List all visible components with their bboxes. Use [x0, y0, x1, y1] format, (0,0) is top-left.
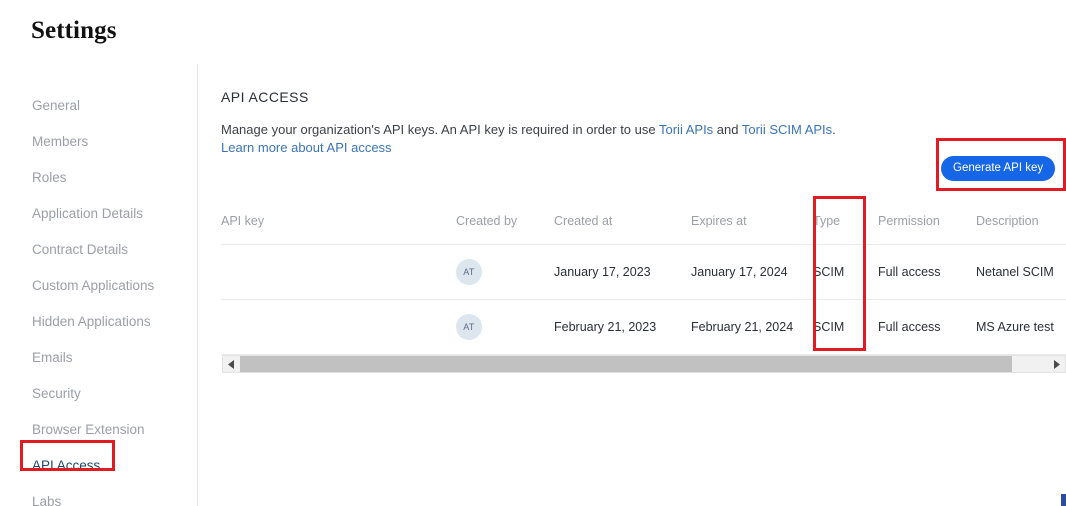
cell-type: SCIM: [813, 299, 878, 354]
description-text-part3: .: [832, 122, 836, 137]
sidebar-item-roles[interactable]: Roles: [0, 160, 197, 196]
table-body: AT January 17, 2023 January 17, 2024 SCI…: [221, 244, 1066, 354]
cell-created-by: AT: [456, 299, 554, 354]
cell-type: SCIM: [813, 244, 878, 299]
cell-created-at: February 21, 2023: [554, 299, 691, 354]
column-header-api-key[interactable]: API key: [221, 199, 456, 244]
column-header-type[interactable]: Type: [813, 199, 878, 244]
cell-api-key: [221, 244, 456, 299]
section-title: API ACCESS: [221, 89, 309, 105]
scrollbar-thumb[interactable]: [240, 356, 1012, 372]
column-header-permission[interactable]: Permission: [878, 199, 976, 244]
api-keys-table-container: API key Created by Created at Expires at…: [221, 199, 1066, 355]
sidebar-item-emails[interactable]: Emails: [0, 340, 197, 376]
scroll-left-arrow-icon[interactable]: [223, 356, 240, 372]
cell-description: MS Azure test: [976, 299, 1066, 354]
sidebar-item-contract-details[interactable]: Contract Details: [0, 232, 197, 268]
page-title: Settings: [31, 17, 117, 45]
table-header-row: API key Created by Created at Expires at…: [221, 199, 1066, 244]
learn-more-link[interactable]: Learn more about API access: [221, 139, 921, 157]
scroll-right-arrow-icon[interactable]: [1048, 356, 1065, 372]
settings-sidebar: General Members Roles Application Detail…: [0, 64, 198, 506]
sidebar-list: General Members Roles Application Detail…: [0, 64, 197, 506]
sidebar-item-browser-extension[interactable]: Browser Extension: [0, 412, 197, 448]
cell-api-key: [221, 299, 456, 354]
api-keys-table: API key Created by Created at Expires at…: [221, 199, 1066, 355]
torii-apis-link[interactable]: Torii APIs: [659, 122, 713, 137]
sidebar-item-api-access[interactable]: API Access: [0, 448, 197, 484]
cell-permission: Full access: [878, 244, 976, 299]
sidebar-item-hidden-applications[interactable]: Hidden Applications: [0, 304, 197, 340]
cell-description: Netanel SCIM: [976, 244, 1066, 299]
column-header-description[interactable]: Description: [976, 199, 1066, 244]
sidebar-item-labs[interactable]: Labs: [0, 484, 197, 506]
sidebar-item-custom-applications[interactable]: Custom Applications: [0, 268, 197, 304]
settings-page: Settings General Members Roles Applicati…: [0, 0, 1066, 506]
avatar: AT: [456, 259, 482, 285]
table-row[interactable]: AT February 21, 2023 February 21, 2024 S…: [221, 299, 1066, 354]
api-access-description: Manage your organization's API keys. An …: [221, 121, 921, 157]
sidebar-item-members[interactable]: Members: [0, 124, 197, 160]
cell-permission: Full access: [878, 299, 976, 354]
cell-expires-at: February 21, 2024: [691, 299, 813, 354]
horizontal-scrollbar[interactable]: [222, 355, 1066, 373]
sidebar-item-general[interactable]: General: [0, 88, 197, 124]
avatar: AT: [456, 314, 482, 340]
column-header-expires-at[interactable]: Expires at: [691, 199, 813, 244]
scrollbar-track[interactable]: [240, 356, 1048, 372]
table-head: API key Created by Created at Expires at…: [221, 199, 1066, 244]
column-header-created-at[interactable]: Created at: [554, 199, 691, 244]
generate-api-key-button[interactable]: Generate API key: [941, 156, 1055, 181]
cell-expires-at: January 17, 2024: [691, 244, 813, 299]
corner-marker: [1061, 494, 1066, 506]
description-text-part2: and: [713, 122, 742, 137]
description-text-part1: Manage your organization's API keys. An …: [221, 122, 659, 137]
torii-scim-apis-link[interactable]: Torii SCIM APIs: [742, 122, 832, 137]
sidebar-item-security[interactable]: Security: [0, 376, 197, 412]
api-access-panel: API ACCESS Manage your organization's AP…: [199, 64, 1066, 506]
table-row[interactable]: AT January 17, 2023 January 17, 2024 SCI…: [221, 244, 1066, 299]
cell-created-at: January 17, 2023: [554, 244, 691, 299]
cell-created-by: AT: [456, 244, 554, 299]
column-header-created-by[interactable]: Created by: [456, 199, 554, 244]
sidebar-item-application-details[interactable]: Application Details: [0, 196, 197, 232]
